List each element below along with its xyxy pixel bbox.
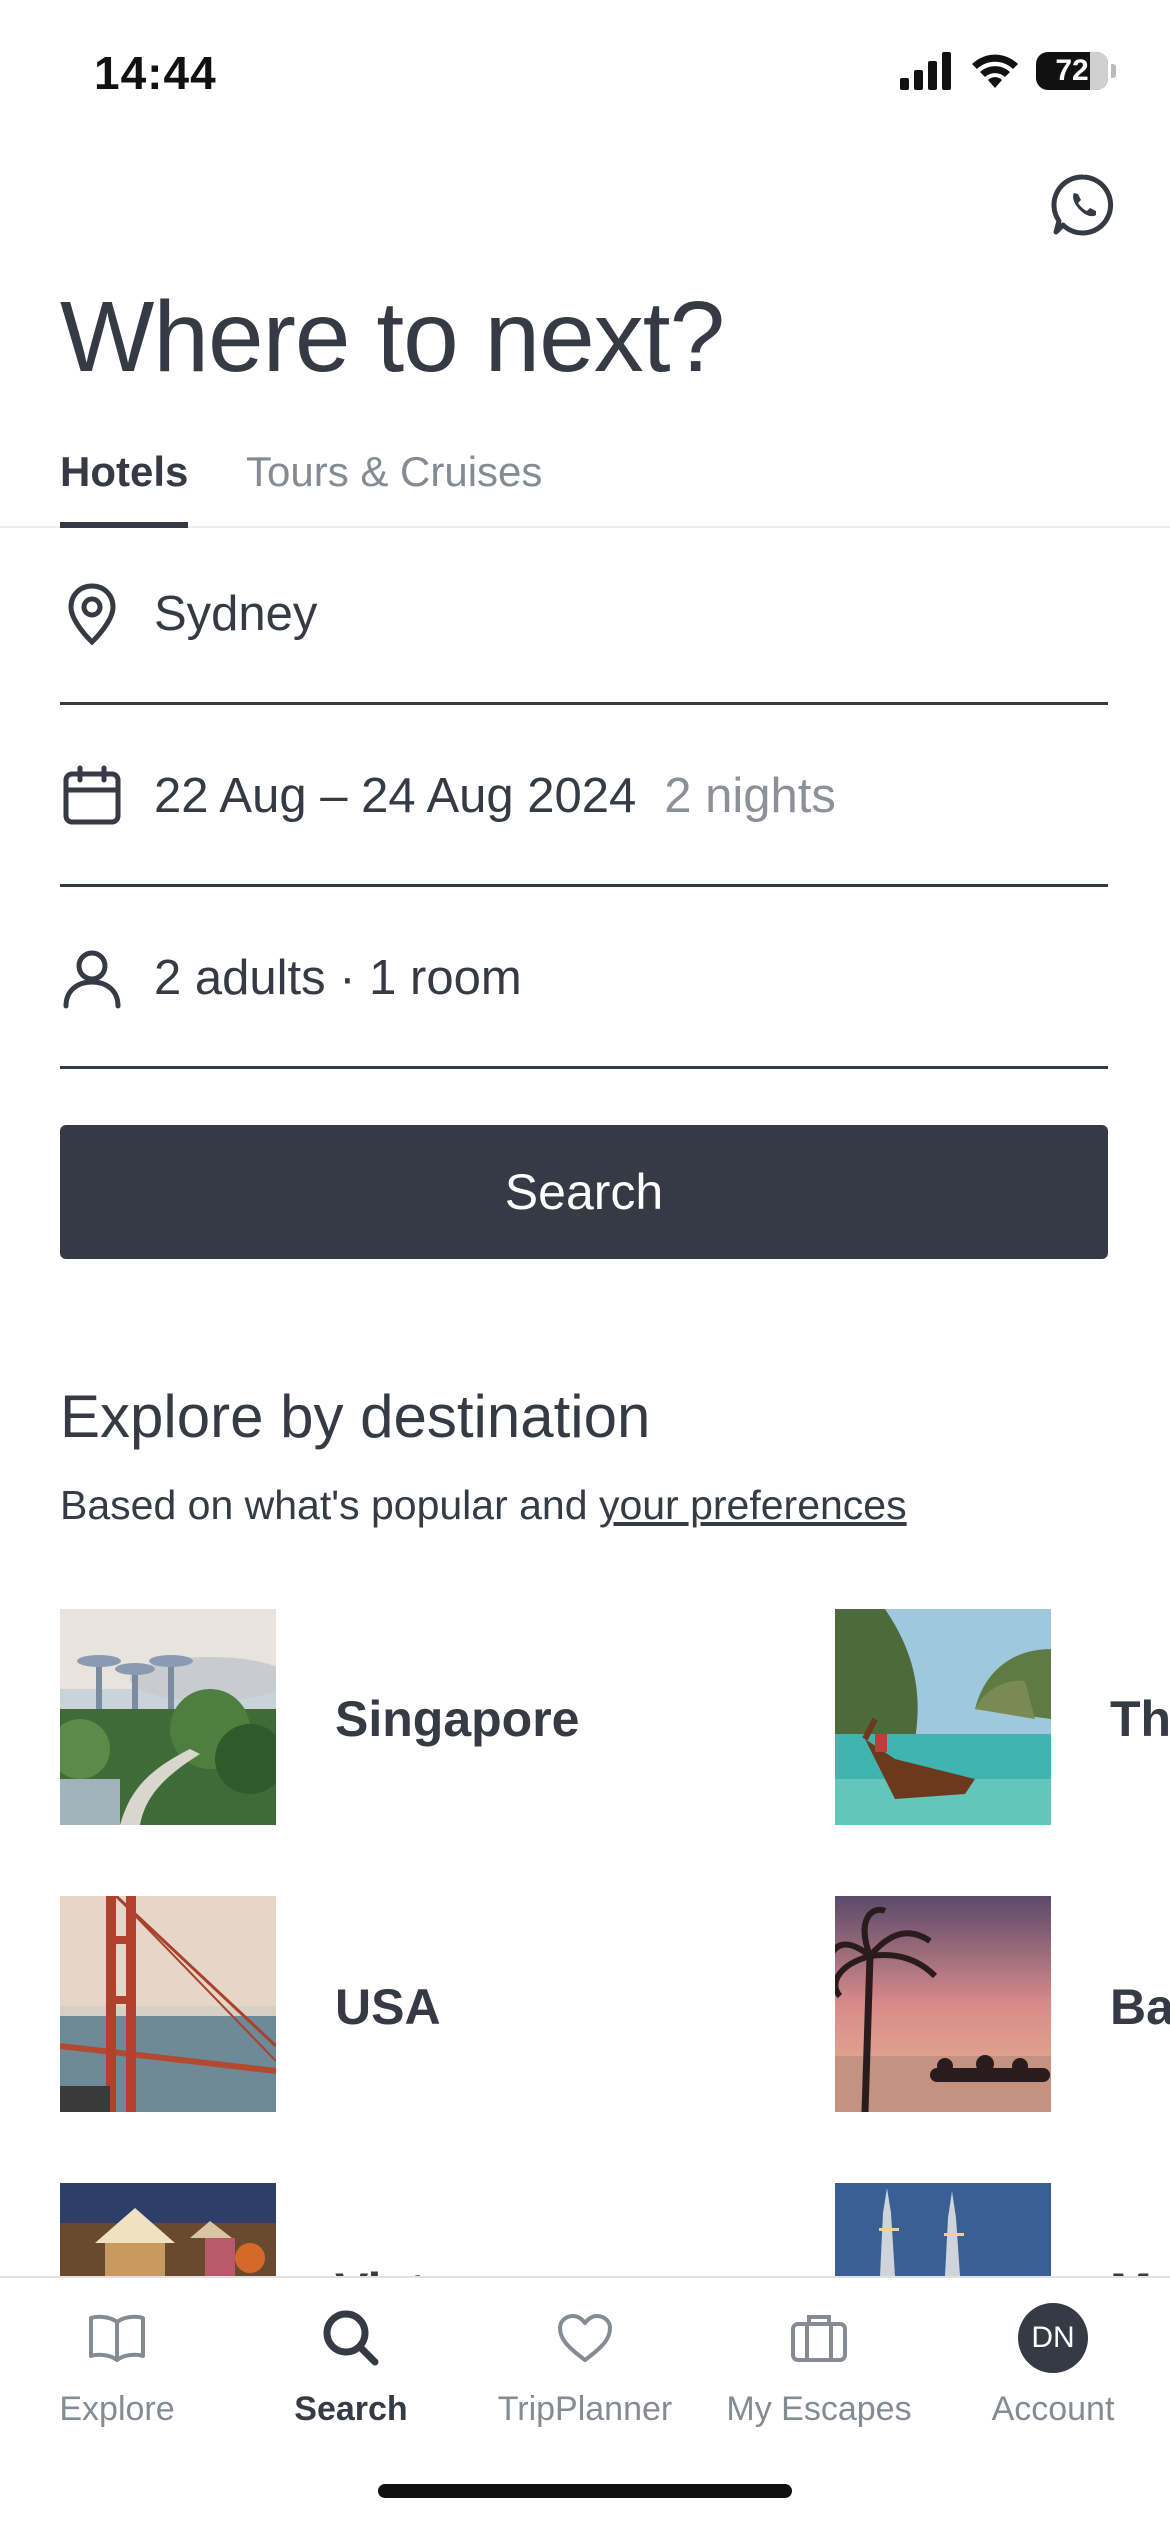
nav-label: Search bbox=[294, 2390, 408, 2428]
nav-account[interactable]: DN Account bbox=[936, 2298, 1170, 2429]
destination-name[interactable]: Ba bbox=[1110, 1978, 1170, 2036]
search-icon bbox=[323, 2310, 379, 2366]
status-icons: 72 bbox=[900, 52, 1116, 90]
heart-icon bbox=[558, 2314, 612, 2362]
usa-image[interactable] bbox=[60, 1896, 276, 2112]
nav-my-escapes[interactable]: My Escapes bbox=[702, 2298, 936, 2429]
tab-tours-cruises[interactable]: Tours & Cruises bbox=[246, 448, 542, 496]
status-time: 14:44 bbox=[94, 47, 217, 99]
explore-title: Explore by destination bbox=[60, 1383, 651, 1450]
wifi-icon bbox=[972, 54, 1018, 88]
tab-bar: Hotels Tours & Cruises bbox=[0, 440, 1170, 528]
tab-hotels[interactable]: Hotels bbox=[60, 448, 188, 496]
bali-image[interactable] bbox=[835, 1896, 1051, 2112]
battery-level: 72 bbox=[1055, 54, 1089, 87]
destination-name[interactable]: Th bbox=[1110, 1690, 1170, 1748]
destination-value: Sydney bbox=[154, 586, 318, 641]
guests-field[interactable]: 2 adults · 1 room bbox=[60, 889, 1108, 1069]
nav-explore[interactable]: Explore bbox=[0, 2298, 234, 2429]
person-icon bbox=[63, 950, 121, 1008]
preferences-link[interactable]: your preferences bbox=[599, 1482, 907, 1528]
nav-label: Explore bbox=[59, 2390, 175, 2428]
calendar-icon bbox=[63, 765, 121, 824]
nav-label: My Escapes bbox=[726, 2390, 912, 2428]
dates-value: 22 Aug – 24 Aug 2024 bbox=[154, 768, 637, 823]
singapore-image[interactable] bbox=[60, 1609, 276, 1825]
nav-tripplanner[interactable]: TripPlanner bbox=[468, 2298, 702, 2429]
home-indicator bbox=[378, 2484, 792, 2498]
nav-search[interactable]: Search bbox=[234, 2298, 468, 2429]
thailand-image[interactable] bbox=[835, 1609, 1051, 1825]
nights-count: 2 nights bbox=[664, 768, 836, 823]
search-button[interactable]: Search bbox=[60, 1125, 1108, 1259]
nav-label: Account bbox=[991, 2390, 1115, 2428]
guests-value: 2 adults · 1 room bbox=[154, 950, 522, 1005]
malaysia-image[interactable] bbox=[835, 2183, 1051, 2276]
destination-name[interactable]: USA bbox=[335, 1978, 441, 2036]
nav-label: TripPlanner bbox=[497, 2390, 673, 2428]
destination-name[interactable]: Viet bbox=[335, 2262, 426, 2276]
battery-icon: 72 bbox=[1036, 52, 1116, 90]
destination-name[interactable]: Singapore bbox=[335, 1690, 579, 1748]
destination-name[interactable]: M bbox=[1110, 2262, 1152, 2276]
location-pin-icon bbox=[68, 582, 116, 645]
suitcase-icon bbox=[791, 2315, 847, 2362]
explore-subtitle: Based on what's popular and your prefere… bbox=[60, 1482, 907, 1529]
vietnam-image[interactable] bbox=[60, 2183, 276, 2276]
destination-field[interactable]: Sydney bbox=[60, 525, 1108, 705]
signal-icon bbox=[900, 52, 951, 90]
page-title: Where to next? bbox=[60, 281, 725, 393]
explore-subtitle-text: Based on what's popular and bbox=[60, 1482, 599, 1528]
avatar: DN bbox=[1018, 2303, 1088, 2373]
book-icon bbox=[89, 2314, 145, 2362]
dates-field[interactable]: 22 Aug – 24 Aug 2024 2 nights bbox=[60, 707, 1108, 887]
whatsapp-icon[interactable] bbox=[1050, 172, 1116, 238]
